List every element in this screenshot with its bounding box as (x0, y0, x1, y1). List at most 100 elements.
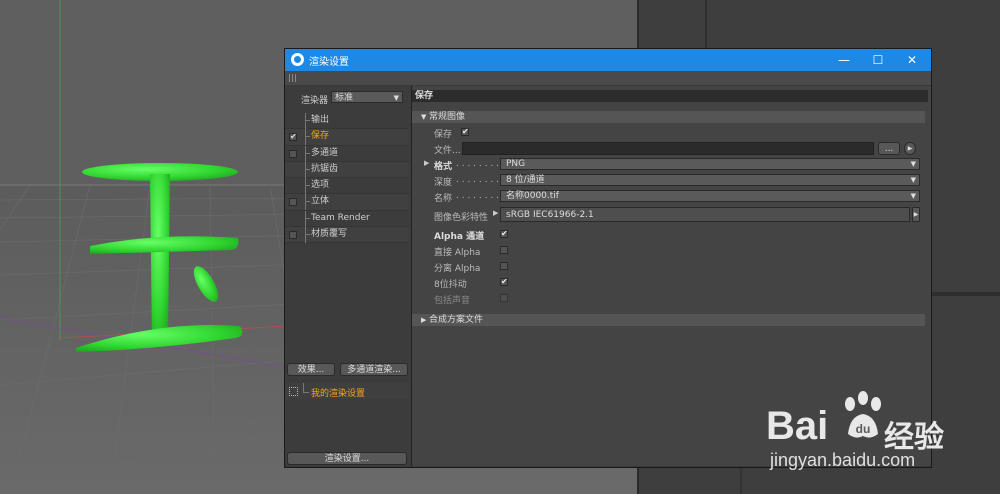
tree-item-stereo[interactable]: 立体 (285, 194, 409, 211)
multipass-enable-checkbox[interactable] (289, 149, 297, 158)
tree-item-label: 立体 (304, 194, 329, 209)
name-value: 名称0000.tif (506, 191, 559, 201)
straight-alpha-row: 直接 Alpha (412, 243, 925, 258)
section-title: 保存 (412, 90, 928, 102)
tree-item-antialiasing[interactable]: 抗锯齿 (285, 161, 409, 179)
leader-dots: . . . . . . . . . (456, 175, 505, 185)
tree-item-label: 保存 (304, 129, 329, 144)
tree-connector (305, 113, 306, 129)
grip-handle-icon[interactable] (289, 74, 297, 82)
play-arrow-icon[interactable]: ▶ (904, 142, 916, 155)
renderer-select[interactable]: 标准 ▼ (331, 91, 403, 103)
minimize-button[interactable]: — (827, 49, 861, 71)
alpha-channel-checkbox[interactable]: ✔ (500, 230, 508, 238)
svg-text:du: du (856, 422, 871, 436)
name-row: 名称 . . . . . . . . . 名称0000.tif ▼ (412, 189, 925, 204)
file-path-input[interactable] (462, 142, 874, 155)
save-row: 保存 ✔ (412, 125, 925, 140)
tree-item-label: 输出 (304, 113, 329, 128)
group-regular-image[interactable]: ▼ 常规图像 (412, 111, 925, 123)
save-label: 保存 (434, 130, 453, 140)
name-label: 名称 (434, 194, 453, 204)
cinema4d-logo-icon (291, 53, 304, 66)
dither-label: 8位抖动 (434, 280, 467, 290)
material-override-checkbox[interactable] (289, 231, 297, 240)
tree-connector (305, 145, 306, 162)
include-sound-label: 包括声音 (434, 296, 471, 306)
tree-item-team-render[interactable]: Team Render (285, 210, 409, 228)
stereo-enable-checkbox[interactable] (289, 198, 297, 207)
tree-item-multipass[interactable]: 多通道 (285, 145, 409, 162)
multipass-render-button[interactable]: 多通道渲染... (340, 363, 408, 376)
straight-alpha-checkbox[interactable] (500, 246, 508, 254)
leader-dots: . . . . . . . . . (456, 159, 505, 169)
tree-connector (305, 178, 306, 195)
depth-value: 8 位/通道 (506, 175, 545, 185)
render-setting-label: 我的渲染设置 (302, 383, 365, 399)
tree-connector (305, 227, 306, 244)
group-compositing-file[interactable]: ▶ 合成方案文件 (412, 314, 925, 326)
save-enable-checkbox[interactable]: ✔ (289, 133, 297, 142)
renderer-label: 渲染器 (301, 96, 329, 106)
renderer-value: 标准 (335, 93, 354, 103)
tree-connector (305, 210, 306, 227)
color-profile-value: sRGB IEC61966-2.1 (506, 210, 594, 220)
file-label: 文件... (434, 146, 461, 156)
expand-arrow-icon[interactable]: ▶ (493, 209, 498, 217)
render-settings-button[interactable]: 渲染设置... (287, 452, 407, 465)
watermark-url: jingyan.baidu.com (770, 450, 916, 470)
tree-item-label: 多通道 (304, 146, 338, 161)
render-setting-icon (289, 387, 298, 396)
depth-row: 深度 . . . . . . . . . 8 位/通道 ▼ (412, 173, 925, 188)
left-panel: 渲染器 标准 ▼ 输出 ✔ 保存 多通道 抗锯齿 选项 立体 Team Rend… (285, 86, 411, 466)
dither-row: 8位抖动 ✔ (412, 275, 925, 290)
tree-item-output[interactable]: 输出 (285, 113, 409, 130)
separate-alpha-label: 分离 Alpha (434, 264, 481, 274)
color-profile-field[interactable]: sRGB IEC61966-2.1 (500, 207, 910, 222)
title-bar[interactable]: 渲染设置 — ☐ ✕ (285, 49, 931, 71)
tree-item-material-override[interactable]: 材质覆写 (285, 227, 409, 244)
maximize-button[interactable]: ☐ (861, 49, 895, 71)
effects-button[interactable]: 效果... (287, 363, 335, 376)
depth-select[interactable]: 8 位/通道 ▼ (500, 174, 920, 186)
format-row: ▶ 格式 . . . . . . . . . PNG ▼ (412, 157, 925, 172)
file-row: 文件... ... ▶ (412, 141, 925, 156)
close-button[interactable]: ✕ (895, 49, 929, 71)
group-regular-label: 常规图像 (429, 112, 466, 122)
tree-item-label: 抗锯齿 (304, 162, 338, 177)
settings-tree: 输出 ✔ 保存 多通道 抗锯齿 选项 立体 Team Render 材质覆写 (285, 113, 409, 244)
triangle-down-icon: ▼ (421, 113, 427, 121)
save-checkbox[interactable]: ✔ (461, 128, 469, 136)
chevron-down-icon: ▼ (910, 192, 916, 200)
format-value: PNG (506, 159, 526, 169)
color-profile-menu-icon[interactable]: ▶ (912, 207, 920, 222)
tree-item-label: Team Render (305, 211, 370, 226)
format-select[interactable]: PNG ▼ (500, 158, 920, 170)
tree-connector (305, 194, 306, 211)
chevron-down-icon: ▼ (910, 176, 916, 184)
baidu-jingyan-watermark: Bai du 经验 jingyan.baidu.com (766, 386, 986, 470)
separate-alpha-checkbox[interactable] (500, 262, 508, 270)
format-label: 格式 (434, 162, 453, 172)
tree-connector (305, 161, 306, 178)
chevron-down-icon: ▼ (393, 94, 399, 102)
window-title: 渲染设置 (309, 57, 349, 68)
color-profile-row: 图像色彩特性 ▶ sRGB IEC61966-2.1 ▶ (412, 206, 925, 223)
tree-item-label: 材质覆写 (304, 227, 347, 242)
separate-alpha-row: 分离 Alpha (412, 259, 925, 274)
straight-alpha-label: 直接 Alpha (434, 248, 481, 258)
render-setting-item[interactable]: 我的渲染设置 (285, 383, 409, 399)
browse-button[interactable]: ... (878, 142, 900, 155)
color-profile-label: 图像色彩特性 (434, 213, 489, 223)
triangle-right-icon: ▶ (421, 316, 427, 324)
tree-item-options[interactable]: 选项 (285, 178, 409, 195)
expand-arrow-icon[interactable]: ▶ (424, 159, 429, 167)
dither-checkbox[interactable]: ✔ (500, 278, 508, 286)
chevron-down-icon: ▼ (910, 160, 916, 168)
alpha-channel-label: Alpha 通道 (434, 232, 485, 242)
include-sound-checkbox[interactable] (500, 294, 508, 302)
tree-connector (305, 129, 306, 146)
name-select[interactable]: 名称0000.tif ▼ (500, 190, 920, 202)
tree-item-save[interactable]: ✔ 保存 (285, 129, 409, 146)
tree-item-label: 选项 (304, 178, 329, 193)
